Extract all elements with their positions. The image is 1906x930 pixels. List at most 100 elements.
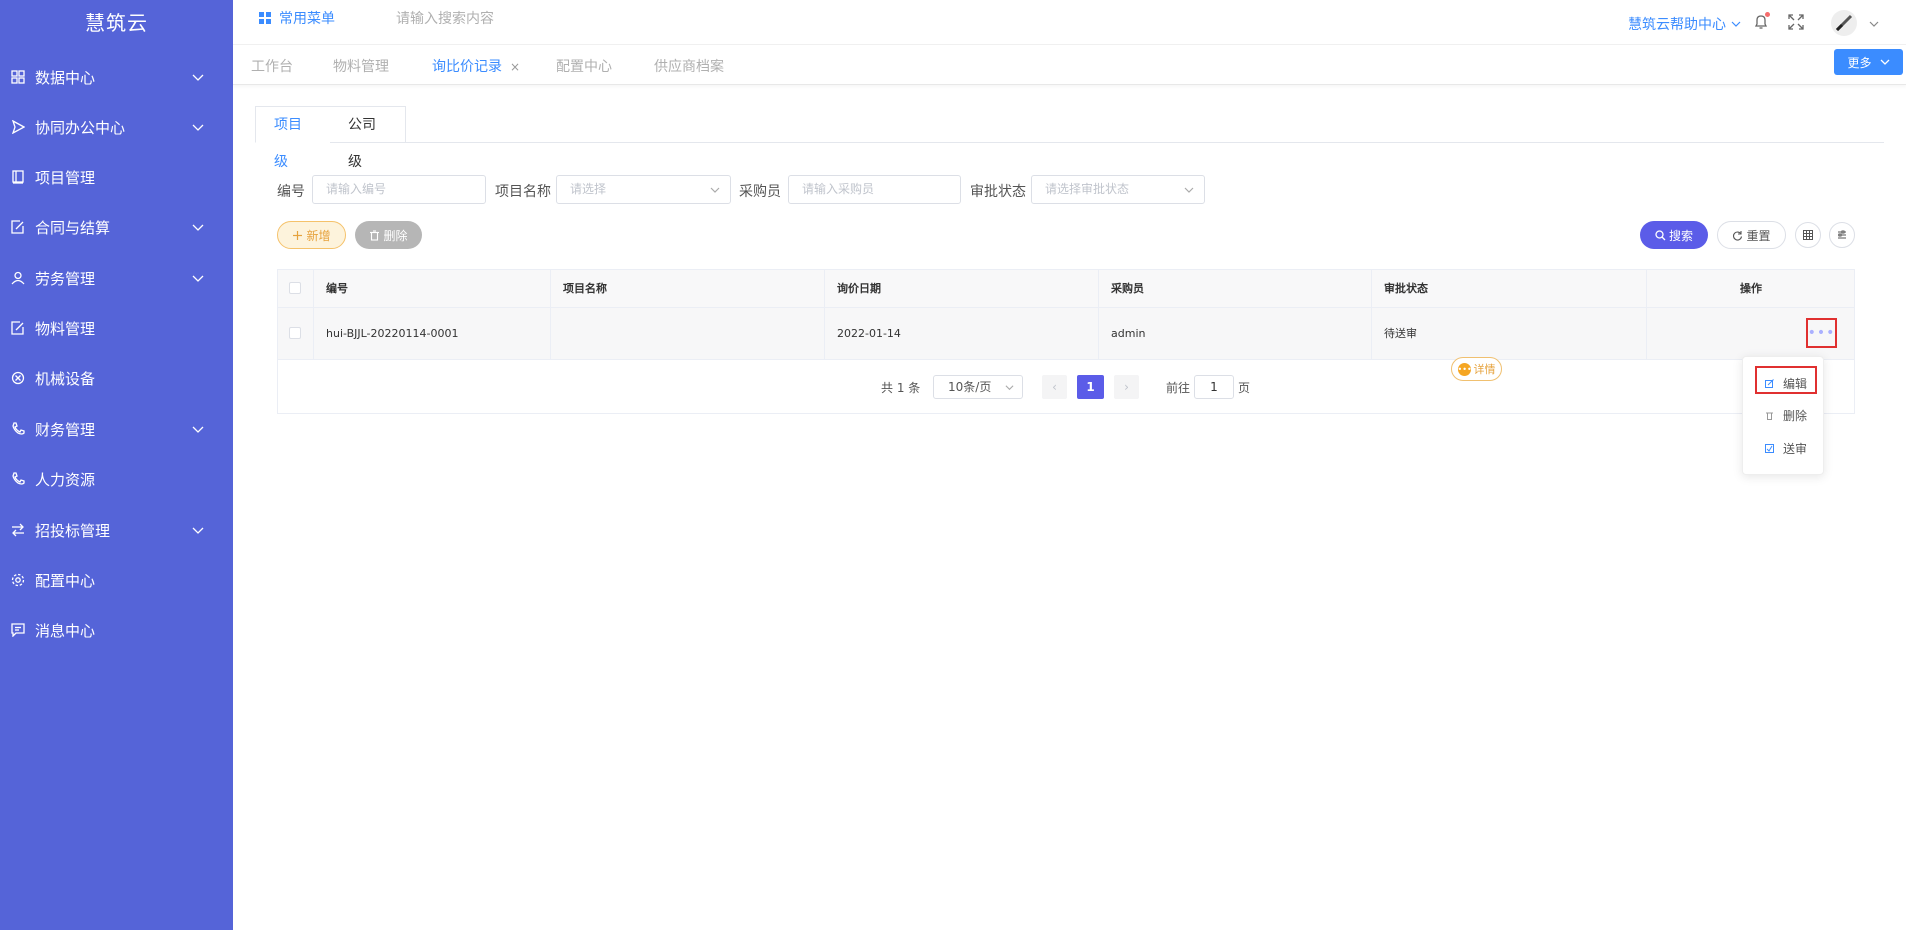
row-checkbox[interactable] xyxy=(289,327,301,339)
status-label: 审批状态 xyxy=(970,184,1026,200)
detail-label: 详情 xyxy=(1473,363,1496,376)
column-grid-button[interactable] xyxy=(1795,222,1821,248)
trash-icon xyxy=(1766,412,1773,420)
select-all-checkbox[interactable] xyxy=(289,282,301,294)
more-actions-button[interactable]: ••• xyxy=(1806,318,1837,348)
sidebar-item-material[interactable]: 物料管理 xyxy=(0,303,233,353)
edit-doc-icon xyxy=(11,321,25,335)
sidebar-item-label: 人力资源 xyxy=(35,470,96,489)
edit-highlight-box xyxy=(1755,366,1817,394)
code-input[interactable]: 请输入编号 xyxy=(312,175,486,204)
sidebar-item-bidding[interactable]: 招投标管理 xyxy=(0,505,233,555)
circle-x-icon xyxy=(11,371,25,385)
more-tabs-button[interactable]: 更多 xyxy=(1834,49,1903,75)
sidebar-item-label: 消息中心 xyxy=(35,621,96,640)
column-header-project[interactable]: 项目名称 xyxy=(551,270,825,308)
next-page-button[interactable]: › xyxy=(1114,375,1139,399)
tab-project-level[interactable]: 项目级 xyxy=(255,106,331,170)
filter-settings-button[interactable] xyxy=(1829,222,1855,248)
prev-page-button[interactable]: ‹ xyxy=(1042,375,1067,399)
sidebar-item-messages[interactable]: 消息中心 xyxy=(0,605,233,655)
fullscreen-icon[interactable] xyxy=(1788,14,1804,30)
search-button[interactable]: 搜索 xyxy=(1640,221,1708,249)
select-all-cell xyxy=(278,270,314,308)
chevron-down-icon xyxy=(1731,21,1741,27)
switch-icon xyxy=(11,523,25,537)
sidebar-item-config[interactable]: 配置中心 xyxy=(0,555,233,605)
detail-button[interactable]: ••• 详情 xyxy=(1451,357,1502,381)
page-size-value: 10条/页 xyxy=(948,380,992,394)
sidebar-item-label: 项目管理 xyxy=(35,168,96,187)
chevron-down-icon xyxy=(710,187,720,193)
chevron-down-icon xyxy=(192,527,204,534)
brand-logo: 慧筑云 xyxy=(85,11,148,35)
page-1-button[interactable]: 1 xyxy=(1077,375,1104,399)
page-suffix: 页 xyxy=(1238,381,1251,395)
bell-icon[interactable] xyxy=(1753,12,1770,30)
sidebar-item-collab[interactable]: 协同办公中心 xyxy=(0,102,233,152)
tab-inquiry-records[interactable]: 询比价记录 × xyxy=(432,56,520,76)
sidebar-item-project[interactable]: 项目管理 xyxy=(0,152,233,202)
cell-code: hui-BJJL-20220114-0001 xyxy=(314,308,551,360)
help-center-link[interactable]: 慧筑云帮助中心 xyxy=(1628,14,1741,34)
cell-date: 2022-01-14 xyxy=(825,308,1099,360)
page-tabs-bar: 工作台 物料管理 询比价记录 × 配置中心 供应商档案 更多 xyxy=(233,45,1906,85)
chevron-down-icon xyxy=(1005,385,1014,391)
sidebar-item-hr[interactable]: 人力资源 xyxy=(0,454,233,504)
column-header-actions: 操作 xyxy=(1740,282,1762,295)
common-menu-button[interactable]: 常用菜单 xyxy=(259,8,335,28)
table-header: 编号 项目名称 询价日期 采购员 审批状态 操作 xyxy=(278,270,1854,308)
top-bar: 常用菜单 请输入搜索内容 慧筑云帮助中心 xyxy=(233,0,1906,45)
tab-company-level[interactable]: 公司级 xyxy=(330,106,406,170)
column-header-code[interactable]: 编号 xyxy=(314,270,551,308)
column-header-buyer[interactable]: 采购员 xyxy=(1099,270,1372,308)
sidebar-item-label: 机械设备 xyxy=(35,369,96,388)
column-header-status[interactable]: 审批状态 xyxy=(1372,270,1647,308)
delete-button[interactable]: 删除 xyxy=(355,221,422,249)
chevron-down-icon[interactable] xyxy=(1868,18,1880,30)
status-placeholder: 请选择审批状态 xyxy=(1045,182,1130,196)
avatar[interactable] xyxy=(1831,10,1857,36)
tab-workbench[interactable]: 工作台 xyxy=(251,56,293,76)
sidebar-item-label: 物料管理 xyxy=(35,319,96,338)
menu-item-submit[interactable]: 送审 xyxy=(1743,434,1825,462)
sidebar-item-data-center[interactable]: 数据中心 xyxy=(0,52,233,102)
table-row[interactable]: hui-BJJL-20220114-0001 2022-01-14 admin … xyxy=(278,308,1854,360)
sidebar-item-contract[interactable]: 合同与结算 xyxy=(0,202,233,252)
sidebar-item-machinery[interactable]: 机械设备 xyxy=(0,353,233,403)
menu-item-delete[interactable]: 删除 xyxy=(1743,401,1825,429)
project-name-label: 项目名称 xyxy=(495,184,551,200)
global-search-input[interactable]: 请输入搜索内容 xyxy=(396,8,494,28)
sidebar-item-labor[interactable]: 劳务管理 xyxy=(0,253,233,303)
chevron-down-icon xyxy=(1184,187,1194,193)
help-center-label: 慧筑云帮助中心 xyxy=(1628,17,1726,33)
table-icon xyxy=(1803,230,1813,240)
tab-supplier[interactable]: 供应商档案 xyxy=(654,56,724,76)
sliders-icon xyxy=(1838,230,1846,239)
status-select[interactable]: 请选择审批状态 xyxy=(1031,175,1205,204)
notification-dot xyxy=(1765,12,1770,17)
cell-status: 待送审 xyxy=(1372,308,1647,360)
app-root: 慧筑云 数据中心 协同办公中心 项目管理 合同与结算 劳务管理 物料管理 机械设… xyxy=(0,0,1906,930)
sidebar-item-finance[interactable]: 财务管理 xyxy=(0,404,233,454)
column-header-date[interactable]: 询价日期 xyxy=(825,270,1099,308)
close-icon[interactable]: × xyxy=(510,60,520,74)
add-label: 新增 xyxy=(306,228,331,243)
tab-material[interactable]: 物料管理 xyxy=(333,56,389,76)
phone-icon xyxy=(11,472,25,486)
chevron-down-icon xyxy=(192,74,204,81)
reset-button[interactable]: 重置 xyxy=(1717,221,1786,249)
page-size-select[interactable]: 10条/页 xyxy=(933,375,1023,399)
user-icon xyxy=(11,271,25,285)
tab-config[interactable]: 配置中心 xyxy=(556,56,612,76)
goto-page-input[interactable]: 1 xyxy=(1194,375,1234,399)
reset-label: 重置 xyxy=(1746,228,1771,243)
send-icon xyxy=(11,120,25,134)
tab-label: 询比价记录 xyxy=(432,59,502,75)
chevron-down-icon xyxy=(192,124,204,131)
add-button[interactable]: 新增 xyxy=(277,221,346,249)
buyer-input[interactable]: 请输入采购员 xyxy=(788,175,961,204)
sidebar-item-label: 配置中心 xyxy=(35,571,96,590)
sidebar: 慧筑云 数据中心 协同办公中心 项目管理 合同与结算 劳务管理 物料管理 机械设… xyxy=(0,0,233,930)
project-name-select[interactable]: 请选择 xyxy=(556,175,731,204)
